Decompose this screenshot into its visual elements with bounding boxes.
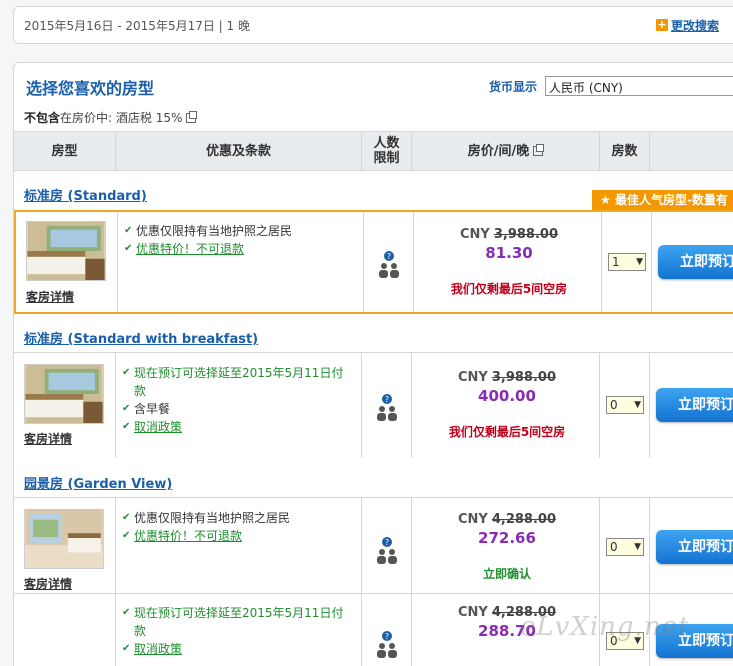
room-photo[interactable] [24,364,104,424]
search-summary-bar: 2015年5月16日 - 2015年5月17日 | 1 晚 + 更改搜索 [13,6,733,44]
header-rooms: 房数 [600,132,650,170]
stay-dates: 2015年5月16日 - 2015年5月17日 | 1 晚 [24,19,250,33]
room-qty-select[interactable]: 0 [606,396,644,414]
currency-label: 货币显示 [489,80,538,94]
price-block: CNY 3,988.00 400.00 我们仅剩最后5间空房 [414,370,600,440]
popular-badge: ★ 最佳人气房型-数量有 [592,190,733,210]
offer-item: 现在预订可选择延至2015年5月11日付款 [122,604,352,640]
original-price: 4,288.00 [491,512,556,527]
header-guests-line2: 限制 [373,151,400,166]
room-row-standard-breakfast: 客房详情 现在预订可选择延至2015年5月11日付款 含早餐 取消政策 ? CN… [14,352,733,458]
svg-text:?: ? [385,632,389,641]
room-title-standard-breakfast[interactable]: 标准房 (Standard with breakfast) [24,328,258,347]
change-search-link[interactable]: 更改搜索 [655,17,719,34]
price-currency: CNY [460,227,490,242]
availability-note: 我们仅剩最后5间空房 [450,282,568,296]
instant-confirm-note: 立即确认 [482,567,531,581]
header-room-type: 房型 [14,132,116,170]
room-title-standard[interactable]: 标准房 (Standard) [24,185,147,204]
star-icon: ★ [600,193,611,207]
discount-price: 81.30 [485,244,533,262]
discount-price: 400.00 [478,387,536,405]
room-details-link[interactable]: 客房详情 [24,430,72,447]
guests-icon[interactable]: ? [376,536,398,566]
availability-note: 我们仅剩最后5间空房 [448,425,566,439]
header-price-label: 房价/间/晚 [467,143,530,159]
book-now-button[interactable]: 立即预订 [658,245,733,279]
original-price: 3,988.00 [493,227,558,242]
svg-text:?: ? [385,395,389,404]
room-photo[interactable] [24,509,104,569]
room-photo[interactable] [26,221,106,281]
room-row-standard: 客房详情 优惠仅限持有当地护照之居民 优惠特价！不可退款 ? CNY3,988.… [14,210,733,314]
offer-item-link[interactable]: 取消政策 [122,418,352,436]
guests-icon[interactable]: ? [376,630,398,660]
book-now-button[interactable]: 立即预订 [656,530,733,564]
room-title-garden-view[interactable]: 园景房 (Garden View) [24,473,172,492]
price-block: CNY 4,288.00 272.66 立即确认 [414,512,600,582]
tax-note: 不包含在房价中: 酒店税 15% [24,109,198,126]
guests-icon[interactable]: ? [378,250,400,280]
offer-item: 含早餐 [122,400,352,418]
header-guests: 人数 限制 [362,132,412,170]
tax-note-text: 在房价中: 酒店税 15% [60,111,183,125]
offer-list: 现在预订可选择延至2015年5月11日付款 含早餐 取消政策 [122,364,352,436]
offer-item: 优惠仅限持有当地护照之居民 [124,222,354,240]
room-qty-select[interactable]: 0 [606,538,644,556]
popout-icon[interactable] [186,111,198,123]
offer-item: 现在预订可选择延至2015年5月11日付款 [122,364,352,400]
original-price: 3,988.00 [491,370,556,385]
svg-text:?: ? [387,252,391,261]
room-details-link[interactable]: 客房详情 [26,288,74,305]
price-currency: CNY [458,370,488,385]
header-price: 房价/间/晚 [412,132,600,170]
panel-title: 选择您喜欢的房型 [26,79,155,98]
room-selection-panel: 选择您喜欢的房型 货币显示 人民币 (CNY) 不包含在房价中: 酒店税 15%… [13,62,733,666]
book-now-button[interactable]: 立即预订 [656,388,733,422]
price-currency: CNY [458,605,488,620]
offer-list: 优惠仅限持有当地护照之居民 优惠特价！不可退款 [122,509,352,545]
table-header: 房型 优惠及条款 人数 限制 房价/间/晚 房数 [14,131,733,171]
currency-select[interactable]: 人民币 (CNY) [545,76,733,96]
tax-note-bold: 不包含 [24,111,61,125]
price-currency: CNY [458,512,488,527]
room-qty-select[interactable]: 1 [608,253,646,271]
popout-icon[interactable] [533,144,545,156]
offer-item-link[interactable]: 优惠特价！不可退款 [122,527,352,545]
offer-item-link[interactable]: 优惠特价！不可退款 [124,240,354,258]
svg-text:?: ? [385,538,389,547]
discount-price: 272.66 [478,529,536,547]
change-search-label[interactable]: 更改搜索 [671,19,719,33]
price-block: CNY 3,988.00 81.30 我们仅剩最后5间空房 [416,227,602,297]
offer-list: 现在预订可选择延至2015年5月11日付款 取消政策 [122,604,352,658]
room-row-garden-view: 客房详情 优惠仅限持有当地护照之居民 优惠特价！不可退款 ? CNY4,288.… [14,497,733,666]
header-guests-line1: 人数 [373,136,400,151]
offer-item-link[interactable]: 取消政策 [122,640,352,658]
header-offers: 优惠及条款 [116,132,362,170]
guests-icon[interactable]: ? [376,393,398,423]
watermark: eLvXing.net [520,612,690,642]
offer-list: 优惠仅限持有当地护照之居民 优惠特价！不可退款 [124,222,354,258]
popular-badge-text: 最佳人气房型-数量有 [614,193,728,207]
room-details-link[interactable]: 客房详情 [24,575,72,592]
offer-item: 优惠仅限持有当地护照之居民 [122,509,352,527]
